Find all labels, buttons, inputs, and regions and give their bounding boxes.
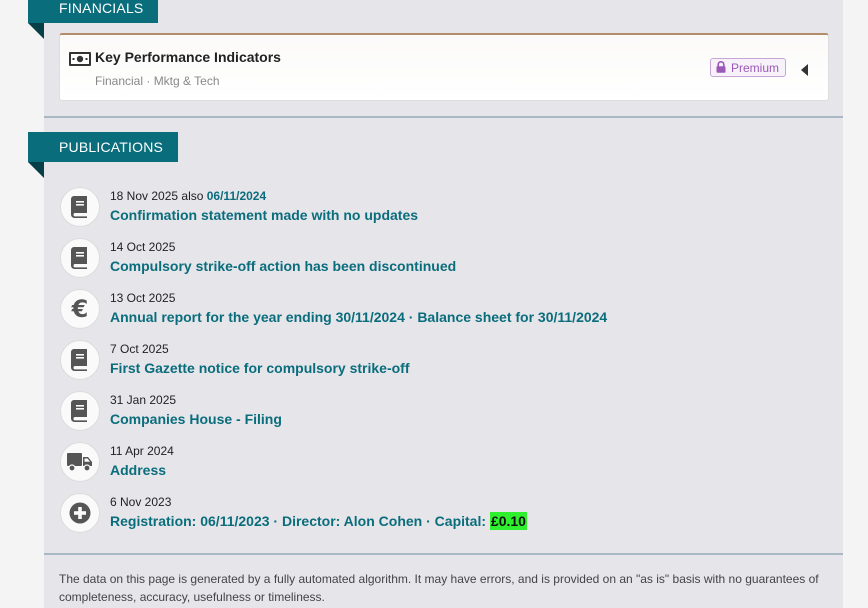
publication-item[interactable]: 11 Apr 2024 Address — [60, 442, 820, 486]
publication-title-link[interactable]: Confirmation statement made with no upda… — [110, 207, 418, 223]
book-icon — [60, 238, 100, 278]
publication-date: 11 Apr 2024 — [110, 444, 174, 458]
publication-title-link[interactable]: Compulsory strike-off action has been di… — [110, 258, 456, 274]
publication-date: 14 Oct 2025 — [110, 240, 176, 254]
premium-badge[interactable]: Premium — [710, 58, 787, 77]
publication-date: 18 Nov 2025 also 06/11/2024 — [110, 189, 267, 203]
publication-date: 31 Jan 2025 — [110, 393, 177, 407]
truck-icon — [60, 442, 100, 482]
plus-circle-icon — [60, 493, 100, 533]
section-label: FINANCIALS — [59, 0, 144, 16]
kpi-subtitle: Financial · Mktg & Tech — [95, 74, 220, 88]
divider — [44, 116, 843, 118]
disclaimer-text: The data on this page is generated by a … — [59, 572, 819, 604]
book-icon — [60, 340, 100, 380]
publication-item[interactable]: 7 Oct 2025 First Gazette notice for comp… — [60, 340, 820, 384]
publication-item[interactable]: 18 Nov 2025 also 06/11/2024 Confirmation… — [60, 187, 820, 231]
book-icon — [60, 391, 100, 431]
publication-title-link[interactable]: Address — [110, 462, 166, 478]
money-icon — [69, 52, 91, 66]
book-icon — [60, 187, 100, 227]
lock-icon — [716, 61, 726, 73]
publication-item[interactable]: 6 Nov 2023 Registration: 06/11/2023 · Di… — [60, 493, 820, 537]
publication-date: 7 Oct 2025 — [110, 342, 169, 356]
publication-item[interactable]: € 13 Oct 2025 Annual report for the year… — [60, 289, 820, 333]
section-label: PUBLICATIONS — [59, 139, 164, 155]
publication-item[interactable]: 31 Jan 2025 Companies House - Filing — [60, 391, 820, 435]
publication-date: 13 Oct 2025 — [110, 291, 176, 305]
publication-date: 6 Nov 2023 — [110, 495, 172, 509]
also-date-link[interactable]: 06/11/2024 — [207, 189, 266, 203]
publication-item[interactable]: 14 Oct 2025 Compulsory strike-off action… — [60, 238, 820, 282]
tab-fold — [28, 23, 44, 39]
capital-highlight: £0.10 — [489, 512, 527, 530]
publication-title-link[interactable]: Companies House - Filing — [110, 411, 282, 427]
section-tab-publications: PUBLICATIONS — [28, 132, 179, 178]
euro-icon: € — [60, 289, 100, 329]
kpi-card[interactable]: Key Performance Indicators Financial · M… — [59, 33, 829, 101]
premium-label: Premium — [731, 61, 780, 75]
publication-title-link[interactable]: Registration: 06/11/2023 · Director: Alo… — [110, 512, 527, 530]
divider — [44, 553, 843, 555]
collapse-arrow-icon[interactable] — [801, 64, 808, 76]
section-tab-financials: FINANCIALS — [28, 0, 159, 39]
publication-title-link[interactable]: First Gazette notice for compulsory stri… — [110, 360, 410, 376]
tab-fold — [28, 162, 44, 178]
publication-title-link[interactable]: Annual report for the year ending 30/11/… — [110, 309, 607, 325]
kpi-title: Key Performance Indicators — [95, 49, 281, 65]
